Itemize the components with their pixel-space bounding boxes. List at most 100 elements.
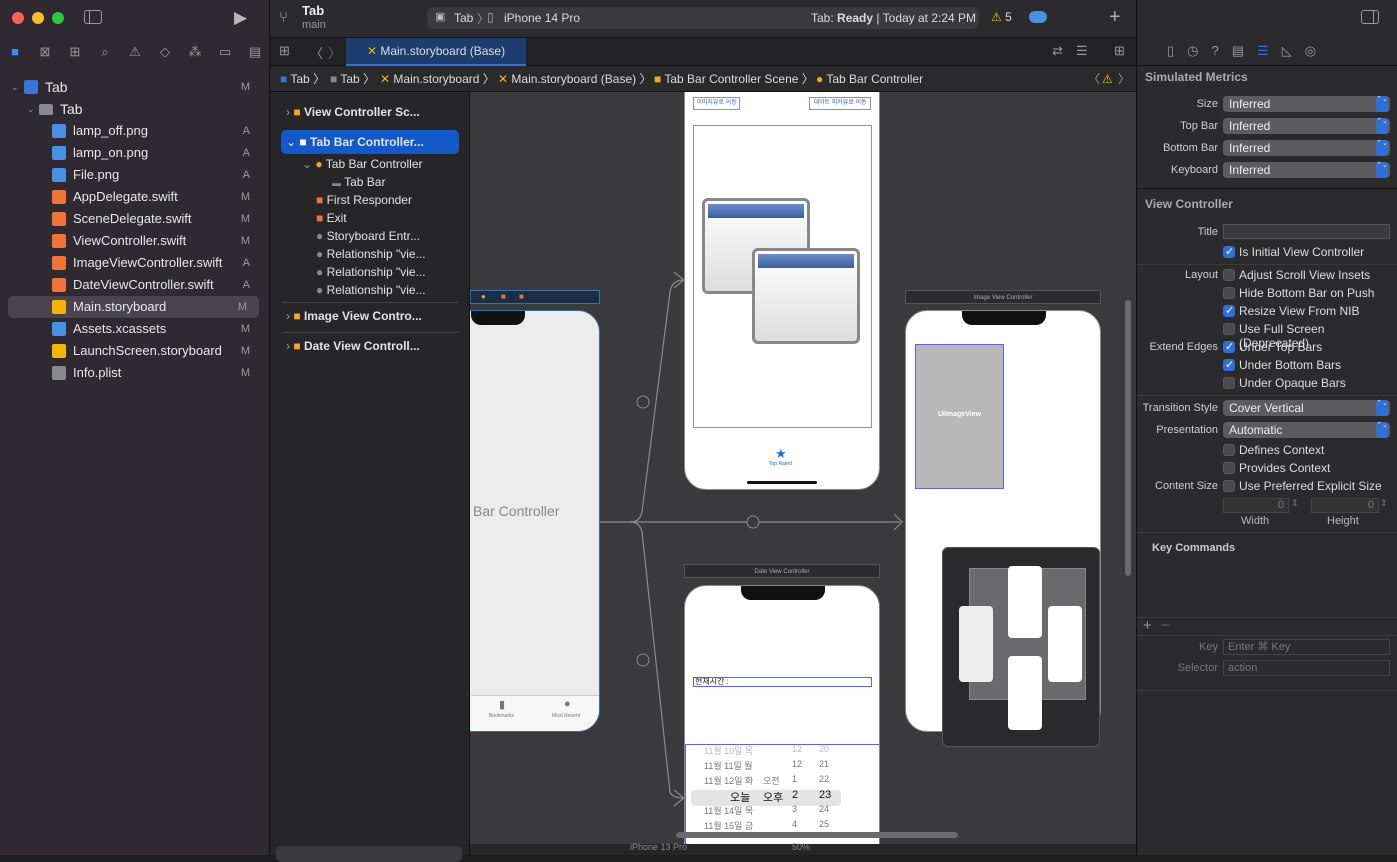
breadcrumb-1[interactable]: ■ Tab 〉 bbox=[330, 66, 375, 91]
file-row-info-plist[interactable]: Info.plist M bbox=[0, 362, 270, 384]
file-inspector-icon[interactable]: ▯ bbox=[1167, 43, 1174, 59]
test-icon[interactable]: ◇ bbox=[150, 42, 180, 62]
remove-key-command-icon[interactable]: − bbox=[1161, 617, 1170, 634]
adjust-scroll-checkbox[interactable] bbox=[1223, 269, 1235, 281]
breadcrumb-5[interactable]: ● Tab Bar Controller bbox=[816, 66, 923, 91]
outline-relationship-1[interactable]: ● Relationship "vie... bbox=[316, 245, 426, 263]
size-popup[interactable]: Inferred bbox=[1223, 96, 1390, 112]
transition-style-popup[interactable]: Cover Vertical bbox=[1223, 400, 1390, 416]
view-controller-screen[interactable]: 이미지뷰로 이동 데이트 피커뷰로 이동 ★ Top Rated bbox=[684, 92, 880, 490]
run-button-icon[interactable]: ▶ bbox=[234, 8, 247, 28]
folder-icon[interactable]: ■ bbox=[0, 42, 30, 62]
symbol-icon[interactable]: ⊞ bbox=[60, 42, 90, 62]
disclosure-icon[interactable]: ⌄ bbox=[27, 98, 35, 120]
image-view-controller-title[interactable]: Image View Controller bbox=[905, 290, 1101, 304]
group-row[interactable]: ⌄ Tab bbox=[0, 98, 270, 120]
forward-icon[interactable]: 〉 bbox=[328, 43, 341, 62]
inspector-toggle-icon[interactable] bbox=[1361, 10, 1379, 24]
bottom-bar-popup[interactable]: Inferred bbox=[1223, 140, 1390, 156]
width-stepper-icon[interactable]: ⇕ bbox=[1291, 498, 1299, 509]
disclosure-icon[interactable]: ⌄ bbox=[302, 157, 312, 171]
split-editor-icon[interactable]: ⊞ bbox=[1114, 43, 1125, 59]
tab-bar-controller-screen[interactable]: Bar Controller ▮ Bookmarks ● Most Recent bbox=[470, 310, 600, 732]
height-stepper-icon[interactable]: ⇕ bbox=[1380, 498, 1388, 509]
outline-tab-bar-controller-scene[interactable]: ⌄ ■ Tab Bar Controller... bbox=[286, 133, 424, 151]
debug-icon[interactable]: ⁂ bbox=[180, 42, 210, 62]
outline-relationship-2[interactable]: ● Relationship "vie... bbox=[316, 263, 426, 281]
disclosure-icon[interactable]: › bbox=[286, 309, 290, 323]
project-row[interactable]: ⌄ Tab M bbox=[0, 76, 270, 98]
selector-field[interactable]: action bbox=[1223, 660, 1390, 676]
outline-view-controller-scene[interactable]: › ■ View Controller Sc... bbox=[286, 103, 420, 121]
file-row-lamp-on-png[interactable]: lamp_on.png A bbox=[0, 142, 270, 164]
date-picker[interactable]: 11월 10일 목 12 20 11월 11일 월 12 21 11월 12일 화 오전 1 22… bbox=[685, 744, 879, 855]
preferred-size-checkbox[interactable] bbox=[1223, 480, 1235, 492]
file-row-launchscreen-storyboard[interactable]: LaunchScreen.storyboard M bbox=[0, 340, 270, 362]
keyboard-popup[interactable]: Inferred bbox=[1223, 162, 1390, 178]
outline-tab-bar[interactable]: ▬ Tab Bar bbox=[332, 173, 385, 191]
add-key-command-icon[interactable]: + bbox=[1143, 617, 1152, 634]
outline-tab-bar-controller[interactable]: ⌄ ● Tab Bar Controller bbox=[302, 155, 423, 173]
height-field[interactable]: 0 bbox=[1311, 498, 1379, 513]
width-field[interactable]: 0 bbox=[1223, 498, 1289, 513]
go-date-view-button[interactable]: 데이트 피커뷰로 이동 bbox=[809, 97, 871, 110]
cloud-icon[interactable] bbox=[1029, 11, 1047, 23]
help-inspector-icon[interactable]: ? bbox=[1212, 43, 1219, 59]
add-icon[interactable]: + bbox=[1109, 6, 1121, 29]
disclosure-icon[interactable]: › bbox=[286, 105, 290, 119]
scheme-selector[interactable]: Tab bbox=[454, 11, 473, 25]
size-inspector-icon[interactable]: ◺ bbox=[1282, 43, 1292, 59]
outline-first-responder[interactable]: ■ First Responder bbox=[316, 191, 412, 209]
related-items-icon[interactable]: ⇄ bbox=[1052, 43, 1063, 59]
file-row-imageviewcontroller-swift[interactable]: ImageViewController.swift A bbox=[0, 252, 270, 274]
disclosure-icon[interactable]: › bbox=[286, 339, 290, 353]
attributes-inspector-icon[interactable]: ☰ bbox=[1257, 43, 1269, 59]
title-field[interactable] bbox=[1223, 224, 1390, 239]
close-window-button[interactable] bbox=[12, 12, 24, 24]
presentation-popup[interactable]: Automatic bbox=[1223, 422, 1390, 438]
file-row-assets-xcassets[interactable]: Assets.xcassets M bbox=[0, 318, 270, 340]
zoom-level[interactable]: 50% bbox=[792, 842, 810, 852]
issue-icon[interactable]: ⚠ bbox=[120, 42, 150, 62]
breakpoint-icon[interactable]: ▭ bbox=[210, 42, 240, 62]
go-image-view-button[interactable]: 이미지뷰로 이동 bbox=[693, 97, 740, 110]
date-view-controller-screen[interactable]: 현재시간 : 11월 10일 목 12 20 11월 11일 월 12 21 11월 12일… bbox=[684, 585, 880, 855]
tab-bar-controller-scene-dock[interactable]: ● ■ ■ bbox=[470, 290, 600, 304]
next-issue-icon[interactable]: 〉 bbox=[1118, 66, 1130, 91]
storyboard-canvas[interactable]: ● ■ ■ Bar Controller ▮ Bookmarks ● Most … bbox=[470, 92, 1136, 855]
breadcrumb-4[interactable]: ■ Tab Bar Controller Scene 〉 bbox=[654, 66, 814, 91]
warning-icon[interactable]: ⚠ bbox=[1102, 66, 1113, 91]
history-inspector-icon[interactable]: ◷ bbox=[1187, 43, 1198, 59]
device-configuration[interactable]: iPhone 13 Pro bbox=[630, 842, 687, 852]
file-row-viewcontroller-swift[interactable]: ViewController.swift M bbox=[0, 230, 270, 252]
file-row-scenedelegate-swift[interactable]: SceneDelegate.swift M bbox=[0, 208, 270, 230]
file-row-dateviewcontroller-swift[interactable]: DateViewController.swift A bbox=[0, 274, 270, 296]
provides-context-checkbox[interactable] bbox=[1223, 462, 1235, 474]
file-row-main-storyboard[interactable]: Main.storyboard M bbox=[8, 296, 259, 318]
connections-inspector-icon[interactable]: ◎ bbox=[1305, 43, 1316, 59]
under-top-bars-checkbox[interactable] bbox=[1223, 340, 1235, 353]
filter-field[interactable] bbox=[276, 846, 462, 862]
is-initial-checkbox[interactable] bbox=[1223, 245, 1235, 258]
top-bar-popup[interactable]: Inferred bbox=[1223, 118, 1390, 134]
previous-issue-icon[interactable]: 〈 bbox=[1088, 66, 1100, 91]
defines-context-checkbox[interactable] bbox=[1223, 444, 1235, 456]
under-opaque-bars-checkbox[interactable] bbox=[1223, 377, 1235, 389]
device-selector[interactable]: iPhone 14 Pro bbox=[504, 11, 580, 25]
sidebar-toggle-icon[interactable] bbox=[84, 10, 102, 24]
breadcrumb-0[interactable]: ■ Tab 〉 bbox=[280, 66, 325, 91]
search-icon[interactable]: ⌕ bbox=[90, 42, 120, 62]
hide-bottom-bar-checkbox[interactable] bbox=[1223, 287, 1235, 299]
file-row-lamp-off-png[interactable]: lamp_off.png A bbox=[0, 120, 270, 142]
vertical-scrollbar[interactable] bbox=[1125, 300, 1131, 576]
identity-inspector-icon[interactable]: ▤ bbox=[1232, 43, 1244, 59]
warnings-indicator[interactable]: ⚠ 5 bbox=[991, 10, 1012, 24]
full-screen-checkbox[interactable] bbox=[1223, 323, 1235, 335]
source-control-icon[interactable]: ⊠ bbox=[30, 42, 60, 62]
editor-options-icon[interactable]: ☰ bbox=[1076, 43, 1088, 59]
breadcrumb-2[interactable]: ✕ Main.storyboard 〉 bbox=[380, 66, 495, 91]
resize-nib-checkbox[interactable] bbox=[1223, 304, 1235, 317]
outline-image-view-controller-scene[interactable]: › ■ Image View Contro... bbox=[286, 307, 422, 325]
under-bottom-bars-checkbox[interactable] bbox=[1223, 358, 1235, 371]
breadcrumb-3[interactable]: ✕ Main.storyboard (Base) 〉 bbox=[498, 66, 651, 91]
